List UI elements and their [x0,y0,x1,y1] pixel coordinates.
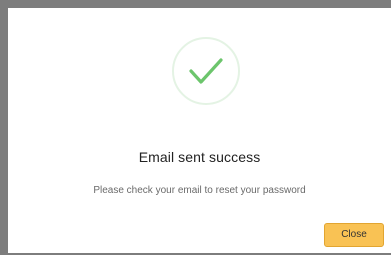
success-check-icon [171,36,241,106]
dialog-title: Email sent success [138,149,261,165]
close-button[interactable]: Close [324,223,384,247]
dialog-message: Please check your email to reset your pa… [93,185,306,196]
success-dialog: Email sent success Please check your ema… [8,8,391,253]
